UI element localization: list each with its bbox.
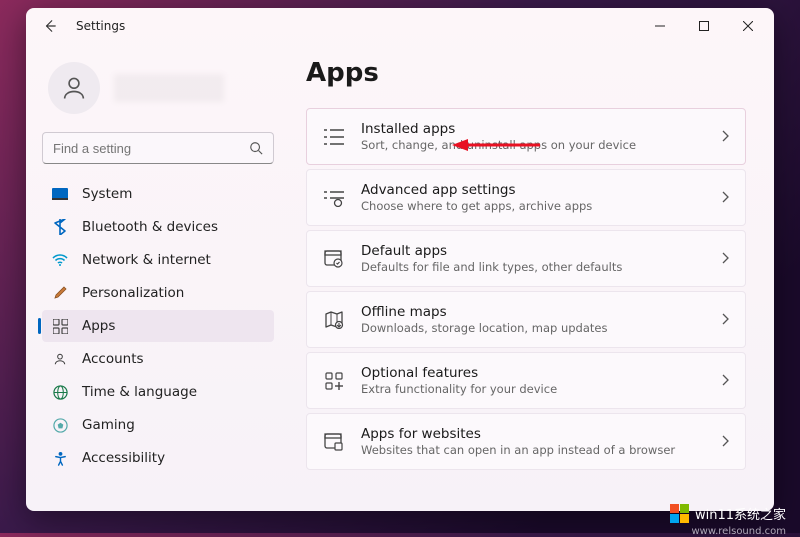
system-icon [52, 186, 68, 202]
sidebar-item-time-language[interactable]: Time & language [42, 376, 274, 408]
sidebar-item-gaming[interactable]: Gaming [42, 409, 274, 441]
map-icon [323, 309, 345, 331]
main-panel: Apps Installed appsSort, change, and uni… [286, 44, 774, 511]
sidebar-item-label: System [82, 186, 132, 202]
optional-features-icon [323, 370, 345, 392]
maximize-button[interactable] [682, 11, 726, 41]
card-offline-maps[interactable]: Offline mapsDownloads, storage location,… [306, 291, 746, 348]
person-icon [60, 74, 88, 102]
accounts-icon [52, 351, 68, 367]
card-installed-apps[interactable]: Installed appsSort, change, and uninstal… [306, 108, 746, 165]
wifi-icon [52, 252, 68, 268]
apps-for-websites-icon [323, 431, 345, 453]
sidebar-item-bluetooth[interactable]: Bluetooth & devices [42, 211, 274, 243]
sidebar: System Bluetooth & devices Network & int… [26, 44, 286, 511]
advanced-settings-icon [323, 187, 345, 209]
card-title: Installed apps [361, 121, 705, 137]
window-title: Settings [76, 19, 125, 33]
accessibility-icon [52, 450, 68, 466]
minimize-button[interactable] [638, 11, 682, 41]
sidebar-item-label: Network & internet [82, 252, 211, 268]
chevron-right-icon [721, 371, 729, 390]
settings-window: Settings System [26, 8, 774, 511]
chevron-right-icon [721, 127, 729, 146]
watermark-logo-icon [670, 504, 689, 523]
sidebar-item-label: Gaming [82, 417, 135, 433]
card-subtitle: Sort, change, and uninstall apps on your… [361, 138, 705, 152]
card-subtitle: Choose where to get apps, archive apps [361, 199, 705, 213]
card-advanced-app-settings[interactable]: Advanced app settingsChoose where to get… [306, 169, 746, 226]
card-subtitle: Extra functionality for your device [361, 382, 705, 396]
card-apps-for-websites[interactable]: Apps for websitesWebsites that can open … [306, 413, 746, 470]
sidebar-item-label: Time & language [82, 384, 197, 400]
bluetooth-icon [52, 219, 68, 235]
gaming-icon [52, 417, 68, 433]
card-title: Apps for websites [361, 426, 705, 442]
search-input[interactable] [53, 141, 249, 156]
settings-cards: Installed appsSort, change, and uninstal… [306, 108, 746, 470]
sidebar-item-label: Apps [82, 318, 115, 334]
sidebar-item-system[interactable]: System [42, 178, 274, 210]
installed-apps-icon [323, 126, 345, 148]
profile-area[interactable] [38, 56, 278, 128]
card-default-apps[interactable]: Default appsDefaults for file and link t… [306, 230, 746, 287]
sidebar-item-accessibility[interactable]: Accessibility [42, 442, 274, 474]
sidebar-item-label: Bluetooth & devices [82, 219, 218, 235]
card-title: Optional features [361, 365, 705, 381]
profile-name-blurred [114, 74, 224, 102]
sidebar-item-personalization[interactable]: Personalization [42, 277, 274, 309]
minimize-icon [655, 21, 665, 31]
sidebar-item-accounts[interactable]: Accounts [42, 343, 274, 375]
back-button[interactable] [40, 16, 60, 36]
globe-icon [52, 384, 68, 400]
apps-icon [52, 318, 68, 334]
card-subtitle: Downloads, storage location, map updates [361, 321, 705, 335]
sidebar-item-label: Accounts [82, 351, 144, 367]
chevron-right-icon [721, 188, 729, 207]
avatar [48, 62, 100, 114]
back-arrow-icon [43, 19, 57, 33]
maximize-icon [699, 21, 709, 31]
card-title: Default apps [361, 243, 705, 259]
sidebar-item-network[interactable]: Network & internet [42, 244, 274, 276]
sidebar-item-apps[interactable]: Apps [42, 310, 274, 342]
nav-list: System Bluetooth & devices Network & int… [38, 178, 278, 474]
card-title: Offline maps [361, 304, 705, 320]
card-optional-features[interactable]: Optional featuresExtra functionality for… [306, 352, 746, 409]
default-apps-icon [323, 248, 345, 270]
paintbrush-icon [52, 285, 68, 301]
sidebar-item-label: Personalization [82, 285, 184, 301]
card-subtitle: Websites that can open in an app instead… [361, 443, 705, 457]
card-subtitle: Defaults for file and link types, other … [361, 260, 705, 274]
close-icon [743, 21, 753, 31]
card-title: Advanced app settings [361, 182, 705, 198]
page-title: Apps [306, 58, 746, 88]
chevron-right-icon [721, 249, 729, 268]
watermark-text: win11系统之家 [695, 504, 786, 523]
window-controls [638, 11, 770, 41]
chevron-right-icon [721, 310, 729, 329]
chevron-right-icon [721, 432, 729, 451]
watermark: win11系统之家 [670, 504, 786, 523]
watermark-sub: www.relsound.com [691, 526, 786, 537]
titlebar: Settings [26, 8, 774, 44]
close-button[interactable] [726, 11, 770, 41]
sidebar-item-label: Accessibility [82, 450, 165, 466]
search-icon [249, 141, 263, 155]
search-box[interactable] [42, 132, 274, 164]
